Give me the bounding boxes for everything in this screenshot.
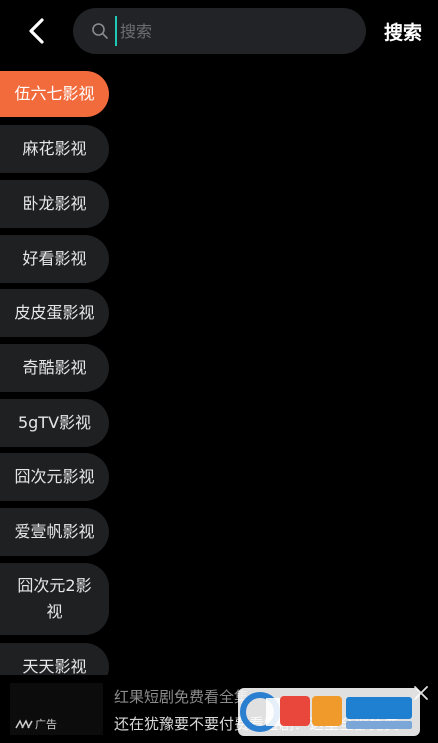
- source-item[interactable]: 卧龙影视: [0, 180, 109, 228]
- chevron-left-icon: [29, 18, 44, 44]
- ad-thumbnail[interactable]: 广告: [10, 683, 103, 735]
- source-list: 伍六七影视 麻花影视 卧龙影视 好看影视 皮皮蛋影视 奇酷影视 5gTV影视 囧…: [0, 70, 110, 675]
- source-item[interactable]: 麻花影视: [0, 125, 109, 173]
- source-item[interactable]: 皮皮蛋影视: [0, 289, 109, 337]
- source-item[interactable]: 囧次元2影视: [0, 563, 109, 635]
- source-item[interactable]: 好看影视: [0, 235, 109, 283]
- source-item[interactable]: 天天影视: [0, 643, 109, 675]
- site-watermark-logo: [238, 688, 420, 736]
- ad-title[interactable]: 红果短剧免费看全集: [114, 686, 249, 707]
- search-input[interactable]: [115, 16, 350, 46]
- source-item[interactable]: 囧次元影视: [0, 453, 109, 501]
- search-box[interactable]: [73, 8, 366, 54]
- search-button[interactable]: 搜索: [384, 18, 422, 45]
- source-item[interactable]: 爱壹帆影视: [0, 508, 109, 556]
- search-icon: [92, 23, 108, 39]
- source-item[interactable]: 伍六七影视: [0, 71, 109, 117]
- ad-tag: 广告: [35, 718, 57, 731]
- top-bar: 搜索: [0, 0, 438, 62]
- source-item[interactable]: 5gTV影视: [0, 399, 109, 447]
- back-button[interactable]: [20, 14, 54, 48]
- source-item[interactable]: 奇酷影视: [0, 344, 109, 392]
- ad-network-logo-icon: [15, 719, 33, 729]
